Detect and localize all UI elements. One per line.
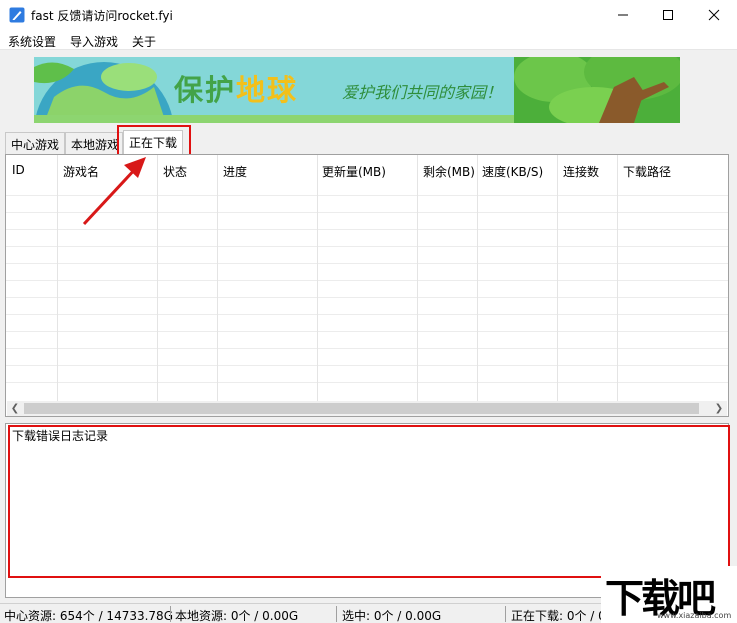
column-header-connections[interactable]: 连接数 xyxy=(563,163,599,180)
close-button[interactable] xyxy=(691,0,737,30)
column-header-status[interactable]: 状态 xyxy=(163,163,187,180)
tab-local-games[interactable]: 本地游戏 xyxy=(65,132,123,154)
tab-highlight-box xyxy=(117,125,191,156)
column-header-remaining[interactable]: 剩余(MB) xyxy=(423,163,475,180)
banner-title-part1: 保护 xyxy=(174,73,237,107)
close-icon xyxy=(708,9,720,21)
column-header-download-path[interactable]: 下载路径 xyxy=(623,163,671,180)
banner-title: 保护地球 xyxy=(174,67,298,109)
status-downloading: 正在下载: 0个 / 0 xyxy=(511,609,606,623)
scrollbar-thumb[interactable] xyxy=(24,403,699,414)
status-selected: 选中: 0个 / 0.00G xyxy=(342,609,442,623)
column-header-progress[interactable]: 进度 xyxy=(223,163,247,180)
scroll-right-icon[interactable]: ❯ xyxy=(711,401,727,416)
banner-subtitle: 爱护我们共同的家园！ xyxy=(342,83,503,102)
maximize-button[interactable] xyxy=(645,0,691,30)
status-divider xyxy=(170,606,171,622)
scroll-left-icon[interactable]: ❮ xyxy=(7,401,23,416)
banner-title-part2: 地球 xyxy=(236,73,299,107)
tab-center-games[interactable]: 中心游戏 xyxy=(5,132,66,154)
status-center-resources: 中心资源: 654个 / 14733.78G xyxy=(4,609,173,623)
app-icon xyxy=(9,7,25,23)
grid-lines xyxy=(6,155,728,401)
menu-system-settings[interactable]: 系统设置 xyxy=(8,33,56,50)
menu-bar: 系统设置 导入游戏 关于 xyxy=(0,30,737,50)
minimize-icon xyxy=(618,14,628,16)
title-bar: fast 反馈请访问rocket.fyi xyxy=(0,0,737,30)
watermark-url: www.xiazaiba.com xyxy=(657,611,732,620)
status-local-resources: 本地资源: 0个 / 0.00G xyxy=(175,609,299,623)
download-table[interactable]: ID 游戏名 状态 进度 更新量(MB) 剩余(MB) 速度(KB/S) 连接数… xyxy=(5,154,729,417)
horizontal-scrollbar[interactable]: ❮ ❯ xyxy=(7,401,727,416)
column-header-id[interactable]: ID xyxy=(12,163,25,177)
watermark-logo: 下载吧 www.xiazaiba.com xyxy=(601,566,737,623)
column-header-game-name[interactable]: 游戏名 xyxy=(63,163,99,180)
status-divider xyxy=(505,606,506,622)
maximize-icon xyxy=(663,10,673,20)
banner-image: 保护地球 爱护我们共同的家园！ xyxy=(34,57,680,123)
minimize-button[interactable] xyxy=(600,0,646,30)
menu-about[interactable]: 关于 xyxy=(132,33,156,50)
column-header-speed[interactable]: 速度(KB/S) xyxy=(482,163,543,180)
window-title: fast 反馈请访问rocket.fyi xyxy=(31,9,173,23)
column-header-update-size[interactable]: 更新量(MB) xyxy=(322,163,386,180)
log-highlight-box xyxy=(8,425,730,578)
status-divider xyxy=(336,606,337,622)
menu-import-games[interactable]: 导入游戏 xyxy=(70,33,118,50)
